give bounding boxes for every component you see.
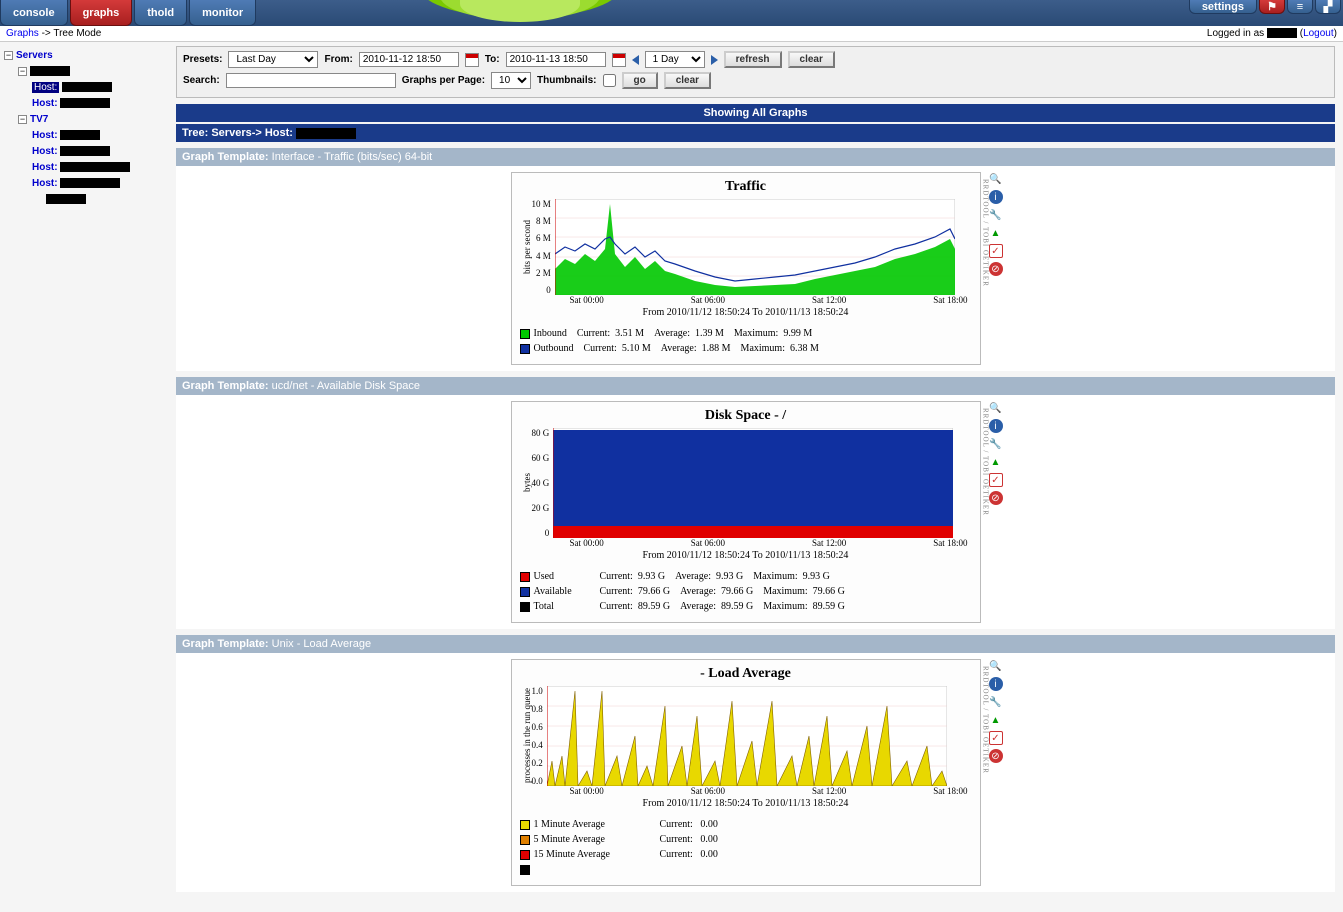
y-axis-label: bytes: [520, 428, 532, 538]
tree-host[interactable]: Host:: [32, 146, 58, 157]
tree-host[interactable]: Host:: [32, 162, 58, 173]
graph-range: From 2010/11/12 18:50:24 To 2010/11/13 1…: [520, 307, 972, 318]
graph-range: From 2010/11/12 18:50:24 To 2010/11/13 1…: [520, 550, 972, 561]
tree-host-selected[interactable]: Host:: [32, 82, 59, 93]
x-ticks: Sat 00:00Sat 06:00Sat 12:00Sat 18:00: [520, 295, 972, 305]
to-label: To:: [485, 54, 500, 65]
y-axis-label: bits per second: [520, 199, 532, 295]
load-plot: [547, 686, 947, 786]
shift-select[interactable]: 1 Day: [645, 51, 705, 68]
logout-link[interactable]: Logout: [1303, 28, 1334, 39]
shift-left-icon[interactable]: [632, 55, 639, 65]
clear-button-2[interactable]: clear: [664, 72, 711, 89]
search-input[interactable]: [226, 73, 396, 88]
clear-button[interactable]: clear: [788, 51, 835, 68]
tree-path-header: Tree: Servers-> Host:: [176, 124, 1335, 142]
chart-icon[interactable]: ▞: [1315, 0, 1341, 14]
tab-monitor[interactable]: monitor: [189, 0, 256, 26]
y-ticks: 1.00.80.60.40.20.0: [532, 686, 547, 786]
login-status: Logged in as (Logout): [1207, 28, 1337, 39]
graph-load: RRDTOOL / TOBI OETIKER - Load Average pr…: [511, 659, 981, 886]
graph-title: Disk Space - /: [520, 408, 972, 424]
calendar-icon[interactable]: [465, 53, 479, 67]
graph-title: Traffic: [520, 179, 972, 195]
graph-traffic: RRDTOOL / TOBI OETIKER Traffic bits per …: [511, 172, 981, 365]
tab-graphs[interactable]: graphs: [70, 0, 133, 26]
y-ticks: 10 M8 M6 M4 M2 M0: [532, 199, 555, 295]
graph-row: RRDTOOL / TOBI OETIKER Disk Space - / by…: [176, 395, 1335, 629]
go-button[interactable]: go: [622, 72, 658, 89]
presets-select[interactable]: Last Day: [228, 51, 318, 68]
y-axis-label: processes in the run queue: [520, 686, 532, 786]
tree-toggle-icon[interactable]: −: [18, 67, 27, 76]
graph-range: From 2010/11/12 18:50:24 To 2010/11/13 1…: [520, 798, 972, 809]
list-icon[interactable]: ≡: [1287, 0, 1313, 14]
tree: −Servers − Host: Host: −TV7 Host: Host: …: [4, 48, 168, 208]
main: Presets: Last Day From: To: 1 Day refres…: [172, 42, 1343, 912]
graph-legend: Inbound Current: 3.51 M Average: 1.39 M …: [520, 326, 972, 356]
gpp-select[interactable]: 10: [491, 72, 531, 89]
tree-host[interactable]: Host:: [32, 98, 58, 109]
graph-template-header: Graph Template: Unix - Load Average: [176, 635, 1335, 653]
tab-settings[interactable]: settings: [1189, 0, 1257, 14]
subbar: Graphs -> Tree Mode Logged in as (Logout…: [0, 26, 1343, 42]
refresh-button[interactable]: refresh: [724, 51, 782, 68]
tree-toggle-icon[interactable]: −: [18, 115, 27, 124]
graph-row: RRDTOOL / TOBI OETIKER - Load Average pr…: [176, 653, 1335, 892]
to-input[interactable]: [506, 52, 606, 67]
tab-console[interactable]: console: [0, 0, 68, 26]
graph-template-header: Graph Template: Interface - Traffic (bit…: [176, 148, 1335, 166]
thumbs-label: Thumbnails:: [537, 75, 596, 86]
tree-toggle-icon[interactable]: −: [4, 51, 13, 60]
search-label: Search:: [183, 75, 220, 86]
filter-bar: Presets: Last Day From: To: 1 Day refres…: [176, 46, 1335, 98]
rrdtool-label: RRDTOOL / TOBI OETIKER: [982, 666, 990, 774]
tree-host[interactable]: Host:: [32, 178, 58, 189]
graph-legend: 1 Minute Average Current: 0.00 5 Minute …: [520, 817, 972, 877]
rrdtool-label: RRDTOOL / TOBI OETIKER: [982, 408, 990, 516]
x-ticks: Sat 00:00Sat 06:00Sat 12:00Sat 18:00: [520, 786, 972, 796]
graph-template-header: Graph Template: ucd/net - Available Disk…: [176, 377, 1335, 395]
traffic-plot: [555, 199, 955, 295]
gpp-label: Graphs per Page:: [402, 75, 485, 86]
breadcrumb: Graphs -> Tree Mode: [6, 28, 101, 39]
rrdtool-label: RRDTOOL / TOBI OETIKER: [982, 179, 990, 287]
logo-swoosh: [420, 0, 620, 26]
calendar-icon[interactable]: [612, 53, 626, 67]
tree-root[interactable]: Servers: [16, 50, 53, 61]
graph-legend: Used Current: 9.93 G Average: 9.93 G Max…: [520, 569, 972, 614]
breadcrumb-root[interactable]: Graphs: [6, 28, 39, 39]
top-nav: console graphs thold monitor settings ⚑ …: [0, 0, 1343, 26]
x-ticks: Sat 00:00Sat 06:00Sat 12:00Sat 18:00: [520, 538, 972, 548]
thumbs-checkbox[interactable]: [603, 74, 616, 87]
graph-disk: RRDTOOL / TOBI OETIKER Disk Space - / by…: [511, 401, 981, 623]
from-input[interactable]: [359, 52, 459, 67]
showing-header: Showing All Graphs: [176, 104, 1335, 122]
presets-label: Presets:: [183, 54, 222, 65]
tree-host[interactable]: Host:: [32, 130, 58, 141]
disk-plot: [553, 428, 953, 538]
alert-icon[interactable]: ⚑: [1259, 0, 1285, 14]
tab-thold[interactable]: thold: [134, 0, 187, 26]
graph-title: - Load Average: [520, 666, 972, 682]
tree-group[interactable]: TV7: [30, 114, 48, 125]
y-ticks: 80 G60 G40 G20 G0: [532, 428, 554, 538]
graph-row: RRDTOOL / TOBI OETIKER Traffic bits per …: [176, 166, 1335, 371]
shift-right-icon[interactable]: [711, 55, 718, 65]
from-label: From:: [324, 54, 352, 65]
sidebar: −Servers − Host: Host: −TV7 Host: Host: …: [0, 42, 172, 912]
